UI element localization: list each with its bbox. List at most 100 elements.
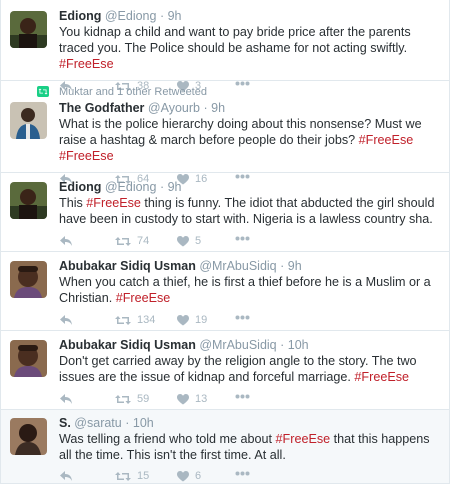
hashtag-link[interactable]: #FreeEse [116, 291, 171, 305]
display-name[interactable]: Abubakar Sidiq Usman [59, 338, 196, 352]
username[interactable]: @MrAbuSidiq [199, 259, 276, 273]
display-name[interactable]: The Godfather [59, 101, 144, 115]
more-options-button[interactable] [235, 315, 250, 320]
reply-icon [60, 394, 72, 404]
reply-icon [60, 471, 72, 481]
tweet-header: Abubakar Sidiq Usman @MrAbuSidiq · 9h [59, 259, 443, 274]
like-button[interactable]: 13 [177, 393, 207, 405]
tweet[interactable]: S. @saratu · 10h Was telling a friend wh… [1, 410, 449, 484]
tweet-text: Don't get carried away by the religion a… [59, 354, 417, 384]
username[interactable]: @MrAbuSidiq [199, 338, 276, 352]
display-name[interactable]: Ediong [59, 9, 101, 23]
tweet-actions: 134 19 [59, 312, 443, 332]
retweet-count: 134 [137, 314, 156, 326]
retweet-button[interactable]: 74 [115, 235, 149, 247]
retweet-count: 15 [137, 470, 150, 482]
reply-button[interactable] [59, 235, 73, 247]
tweet[interactable]: Ediong @Ediong · 9h This #FreeEse thing … [1, 173, 449, 252]
like-count: 13 [195, 393, 208, 405]
tweet-header: Ediong @Ediong · 9h [59, 9, 443, 24]
retweeted-badge-icon [37, 86, 49, 97]
timestamp[interactable]: 10h [288, 338, 309, 352]
avatar[interactable] [10, 418, 47, 455]
timestamp[interactable]: 10h [133, 416, 154, 430]
tweet-header: The Godfather @Ayourb · 9h [59, 101, 443, 116]
reply-icon [60, 236, 72, 246]
hashtag-link[interactable]: #FreeEse [86, 196, 141, 210]
tweet-text: Was telling a friend who told me about #… [59, 432, 430, 462]
separator: · [203, 101, 208, 115]
avatar[interactable] [10, 340, 47, 377]
tweet[interactable]: Abubakar Sidiq Usman @MrAbuSidiq · 9h Wh… [1, 252, 449, 331]
more-icon [235, 236, 250, 241]
hashtag-link[interactable]: #FreeEse [354, 370, 409, 384]
username[interactable]: @Ayourb [148, 101, 200, 115]
username[interactable]: @saratu [74, 416, 121, 430]
retweet-button[interactable]: 15 [115, 470, 149, 482]
more-icon [235, 315, 250, 320]
tweet-text: When you catch a thief, he is first a th… [59, 275, 431, 305]
tweet-actions: 15 6 [59, 468, 443, 488]
more-icon [235, 471, 250, 476]
tweet-text: This #FreeEse thing is funny. The idiot … [59, 196, 435, 226]
display-name[interactable]: Ediong [59, 180, 101, 194]
timestamp[interactable]: 9h [211, 101, 225, 115]
retweet-icon [115, 236, 131, 246]
timestamp[interactable]: 9h [168, 180, 182, 194]
like-count: 5 [195, 235, 202, 247]
heart-icon [177, 470, 189, 481]
reply-button[interactable] [59, 393, 73, 405]
like-button[interactable]: 6 [177, 470, 201, 482]
reply-button[interactable] [59, 314, 73, 326]
hashtag-link[interactable]: #FreeEse [59, 149, 114, 163]
like-button[interactable]: 5 [177, 235, 201, 247]
display-name[interactable]: Abubakar Sidiq Usman [59, 259, 196, 273]
like-count: 19 [195, 314, 208, 326]
username[interactable]: @Ediong [105, 180, 157, 194]
tweet-header: Abubakar Sidiq Usman @MrAbuSidiq · 10h [59, 338, 443, 353]
tweet-actions: 74 5 [59, 233, 443, 253]
tweet[interactable]: Ediong @Ediong · 9h You kidnap a child a… [1, 0, 449, 92]
hashtag-link[interactable]: #FreeEse [359, 133, 414, 147]
retweet-count: 74 [137, 235, 150, 247]
timeline: Ediong @Ediong · 9h You kidnap a child a… [0, 0, 450, 484]
tweet[interactable]: Abubakar Sidiq Usman @MrAbuSidiq · 10h D… [1, 331, 449, 410]
tweet-header: Ediong @Ediong · 9h [59, 180, 443, 195]
timestamp[interactable]: 9h [168, 9, 182, 23]
separator: · [125, 416, 130, 430]
hashtag-link[interactable]: #FreeEse [59, 57, 114, 71]
retweet-context-text[interactable]: Muktar and 1 other Retweeted [59, 86, 207, 98]
more-options-button[interactable] [235, 236, 250, 241]
heart-icon [177, 314, 189, 325]
avatar[interactable] [10, 261, 47, 298]
separator: · [280, 338, 285, 352]
tweet[interactable]: Muktar and 1 other Retweeted The Godfath… [1, 81, 449, 185]
heart-icon [177, 393, 189, 404]
retweet-button[interactable]: 134 [115, 314, 155, 326]
display-name[interactable]: S. [59, 416, 71, 430]
timestamp[interactable]: 9h [288, 259, 302, 273]
more-options-button[interactable] [235, 471, 250, 476]
retweet-icon [115, 471, 131, 481]
separator: · [280, 259, 285, 273]
like-button[interactable]: 19 [177, 314, 207, 326]
avatar[interactable] [10, 102, 47, 139]
tweet-actions: 59 13 [59, 391, 443, 411]
avatar[interactable] [10, 11, 47, 48]
retweet-button[interactable]: 59 [115, 393, 149, 405]
tweet-header: S. @saratu · 10h [59, 416, 443, 431]
hashtag-link[interactable]: #FreeEse [276, 432, 331, 446]
tweet-text: You kidnap a child and want to pay bride… [59, 25, 411, 71]
avatar[interactable] [10, 182, 47, 219]
retweet-context: Muktar and 1 other Retweeted [37, 85, 443, 99]
reply-icon [60, 315, 72, 325]
retweet-icon [115, 315, 131, 325]
more-options-button[interactable] [235, 394, 250, 399]
retweet-count: 59 [137, 393, 150, 405]
tweet-text: What is the police hierarchy doing about… [59, 117, 422, 163]
reply-button[interactable] [59, 470, 73, 482]
username[interactable]: @Ediong [105, 9, 157, 23]
like-count: 6 [195, 470, 202, 482]
separator: · [159, 9, 165, 23]
separator: · [159, 180, 165, 194]
